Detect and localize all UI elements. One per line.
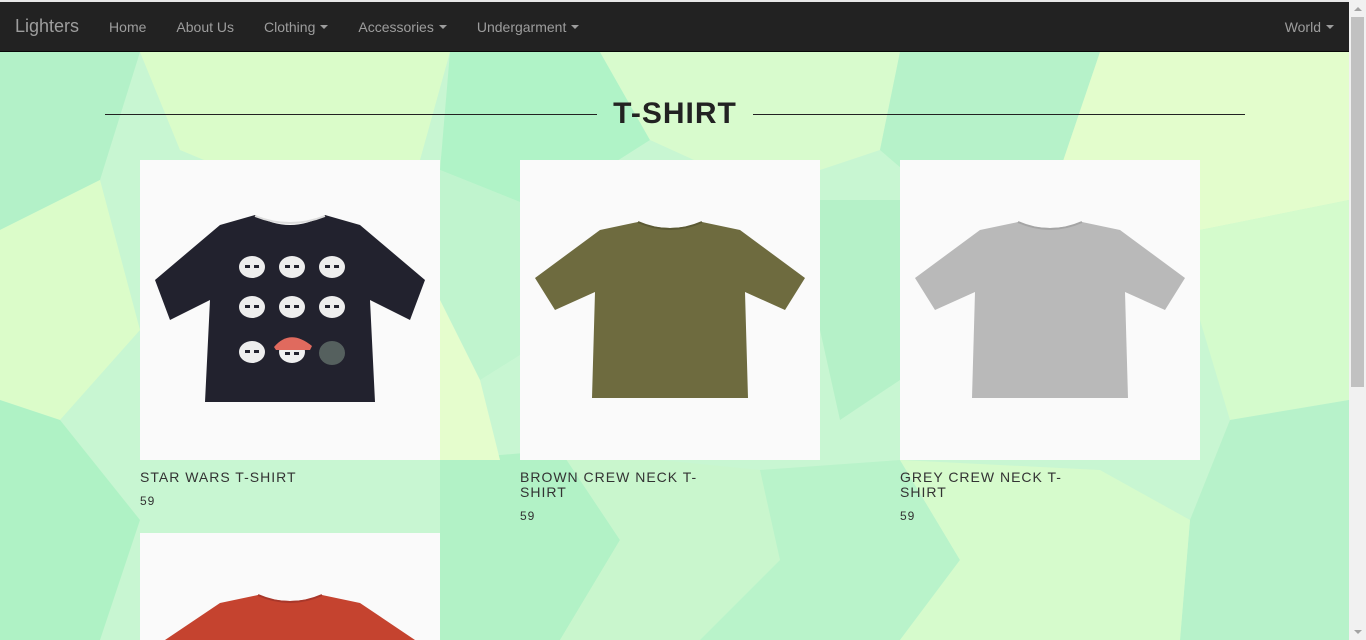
top-navbar: Lighters Home About Us Clothing Accessor…: [0, 0, 1349, 52]
nav-about-label: About Us: [176, 18, 234, 35]
caret-down-icon: [571, 24, 580, 29]
star-wars-tshirt-image: [155, 215, 425, 402]
nav-accessories-dropdown[interactable]: Accessories: [343, 2, 461, 52]
nav-accessories-label: Accessories: [358, 18, 434, 35]
product-image[interactable]: [900, 160, 1200, 460]
product-name[interactable]: GREY CREW NECK T-SHIRT: [900, 470, 1100, 500]
caret-down-icon: [320, 24, 329, 29]
nav-home-label: Home: [109, 18, 147, 35]
nav-home[interactable]: Home: [94, 2, 161, 52]
product-price: 59: [140, 494, 156, 508]
product-card[interactable]: [140, 533, 440, 640]
divider-right: [752, 113, 1246, 115]
product-price: 59: [520, 509, 536, 523]
vertical-scrollbar[interactable]: [1349, 0, 1366, 640]
divider-left: [105, 113, 598, 115]
nav-clothing-label: Clothing: [264, 18, 316, 35]
scrollbar-thumb[interactable]: [1351, 17, 1364, 387]
scroll-up-arrow-icon[interactable]: [1349, 0, 1366, 17]
nav-world-label: World: [1284, 18, 1321, 35]
page-title: T-SHIRT: [613, 97, 737, 130]
caret-down-icon: [1326, 24, 1334, 29]
red-tshirt-image: [165, 594, 415, 640]
brand-logo[interactable]: Lighters: [0, 16, 94, 37]
caret-down-icon: [438, 24, 447, 29]
nav-undergarment-dropdown[interactable]: Undergarment: [462, 2, 595, 52]
nav-world-dropdown[interactable]: World: [1270, 2, 1349, 52]
product-card[interactable]: BROWN CREW NECK T-SHIRT 59: [520, 160, 820, 523]
nav-clothing-dropdown[interactable]: Clothing: [249, 2, 343, 52]
brown-tshirt-image: [535, 221, 805, 398]
product-price: 59: [900, 509, 916, 523]
product-image[interactable]: [140, 160, 440, 460]
product-image[interactable]: [140, 533, 440, 640]
product-image[interactable]: [520, 160, 820, 460]
product-card[interactable]: GREY CREW NECK T-SHIRT 59: [900, 160, 1200, 523]
product-name[interactable]: BROWN CREW NECK T-SHIRT: [520, 470, 720, 500]
product-card[interactable]: STAR WARS T-SHIRT 59: [140, 160, 440, 508]
grey-tshirt-image: [915, 221, 1185, 398]
nav-about-us[interactable]: About Us: [161, 2, 249, 52]
nav-undergarment-label: Undergarment: [476, 18, 567, 35]
product-name[interactable]: STAR WARS T-SHIRT: [140, 470, 340, 485]
scroll-down-arrow-icon[interactable]: [1349, 623, 1366, 640]
section-heading: T-SHIRT: [105, 92, 1246, 136]
